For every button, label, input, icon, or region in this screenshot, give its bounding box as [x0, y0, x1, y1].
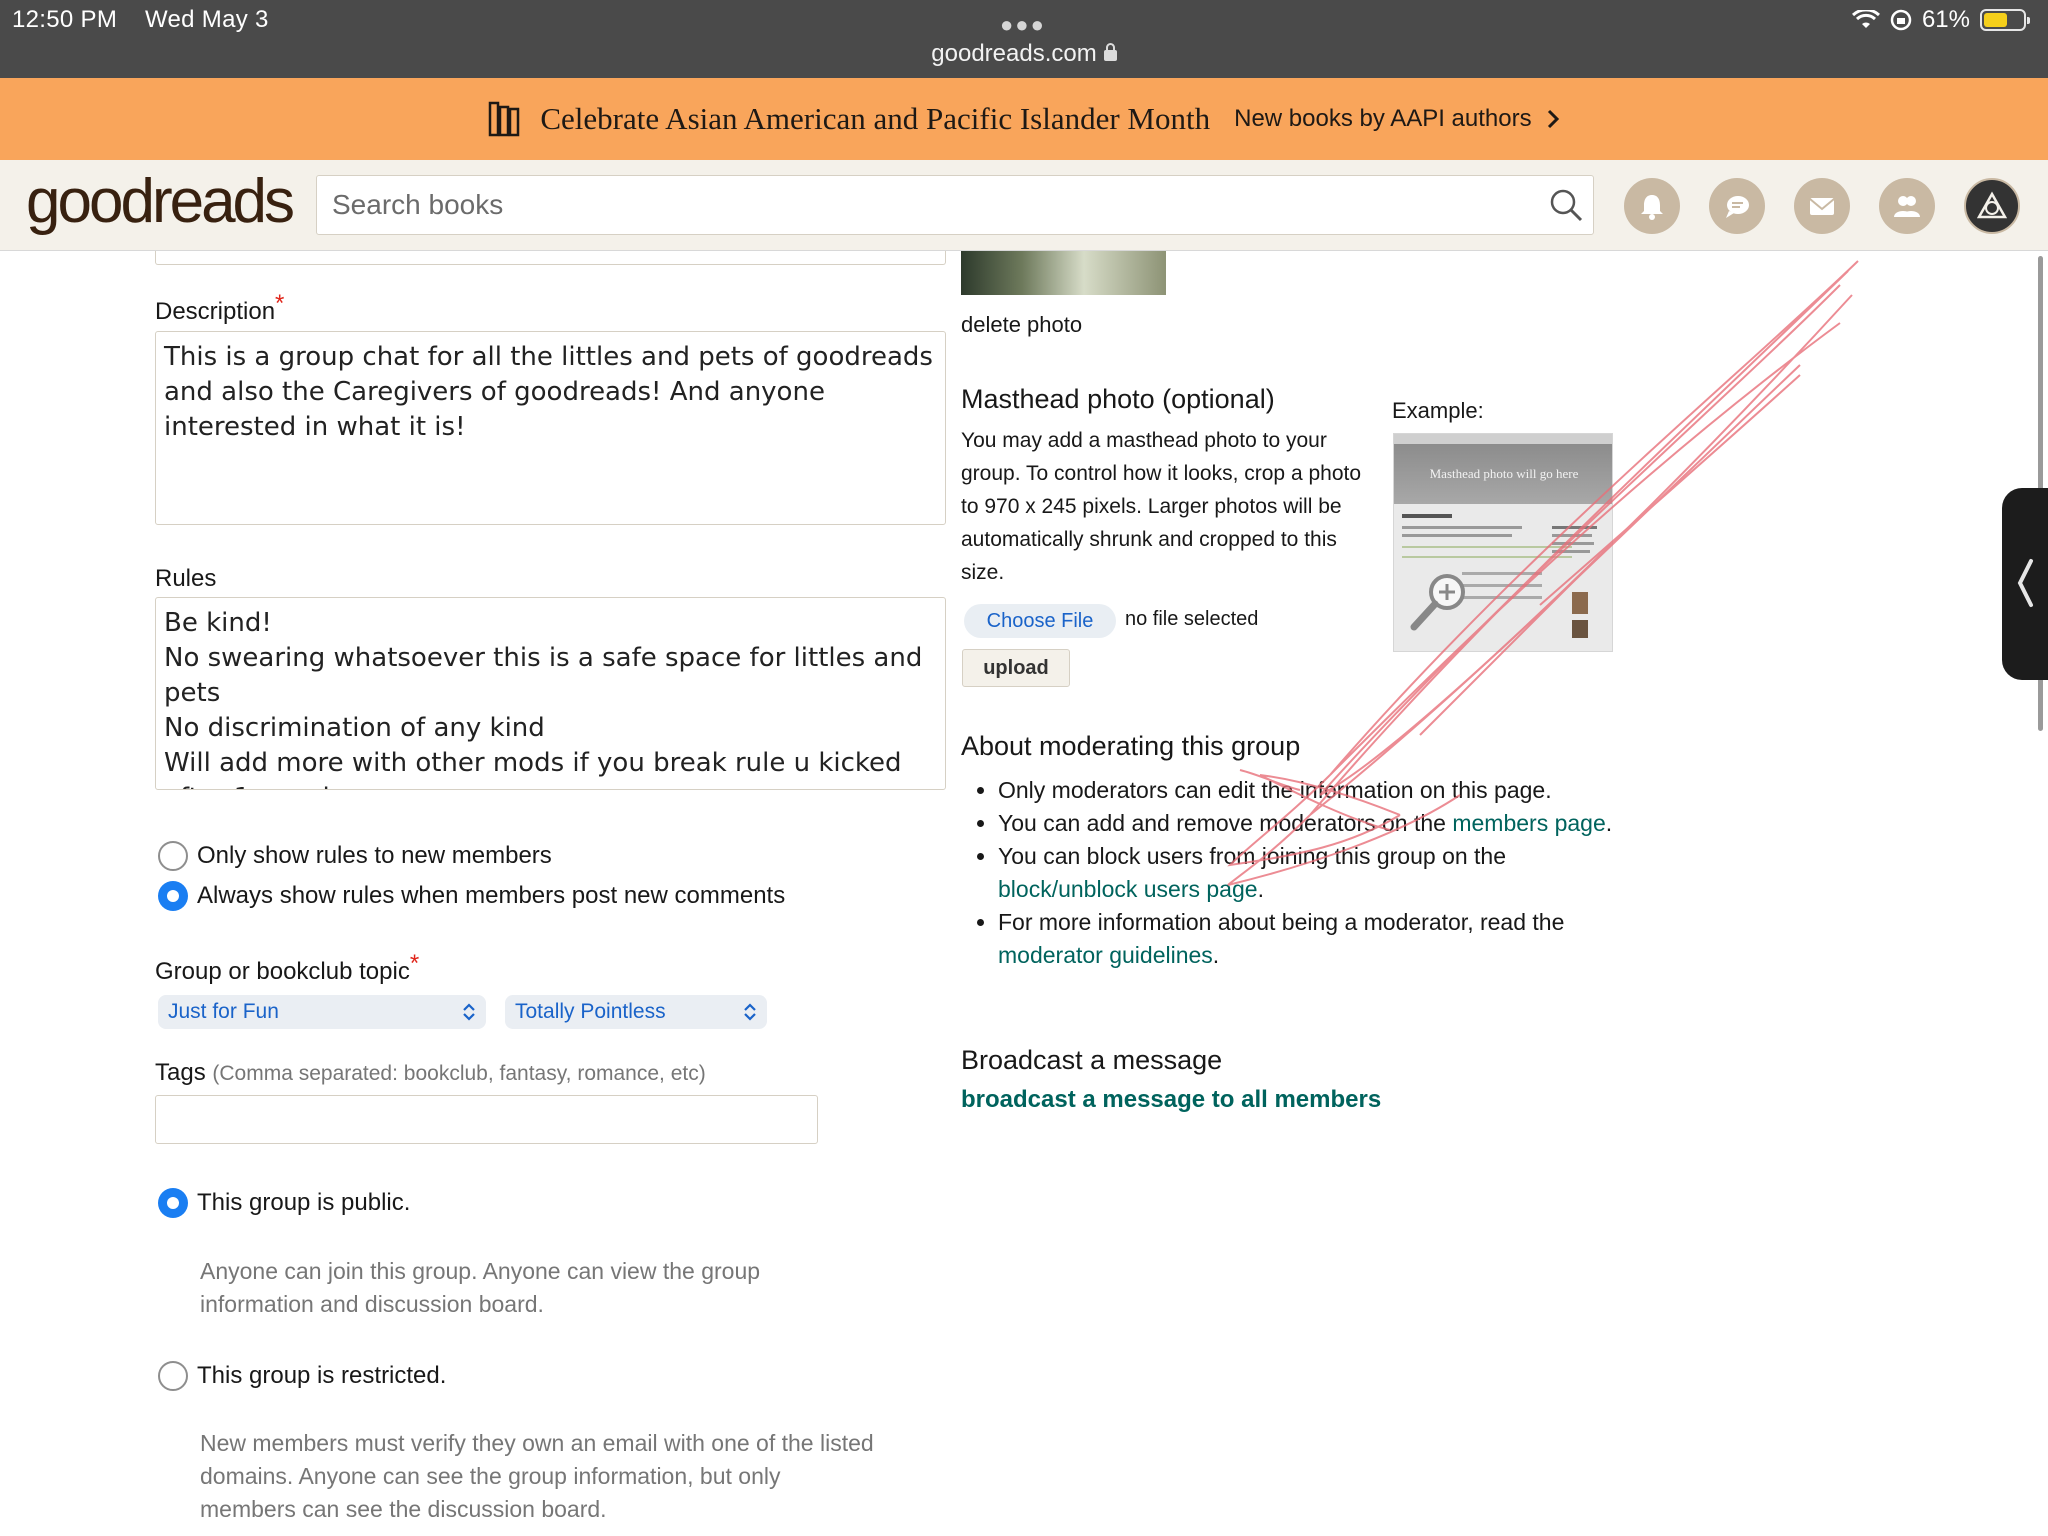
wifi-icon — [1851, 10, 1880, 28]
delete-photo-link[interactable]: delete photo — [961, 308, 1082, 341]
restricted-group-help: New members must verify they own an emai… — [200, 1430, 874, 1522]
select-chevron-icon — [463, 1003, 475, 1021]
topic-primary-select[interactable]: Just for Fun — [158, 995, 486, 1029]
address-bar[interactable]: goodreads.com — [0, 40, 2048, 68]
notifications-icon[interactable] — [1624, 178, 1680, 234]
discussions-icon[interactable] — [1709, 178, 1765, 234]
chevron-left-icon — [2017, 559, 2033, 607]
tags-input[interactable] — [155, 1095, 818, 1144]
rules-always-show-label[interactable]: Always show rules when members post new … — [197, 882, 785, 910]
side-panel-handle[interactable] — [2002, 488, 2048, 680]
promo-link[interactable]: New books by AAPI authors — [1234, 105, 1532, 133]
topic-secondary-select[interactable]: Totally Pointless — [505, 995, 767, 1029]
previous-field-input[interactable] — [155, 251, 946, 265]
choose-file-button[interactable]: Choose File — [964, 604, 1116, 638]
promo-title[interactable]: Celebrate Asian American and Pacific Isl… — [540, 101, 1210, 137]
members-page-link[interactable]: members page — [1452, 810, 1605, 836]
lock-icon — [1103, 43, 1117, 61]
restricted-group-radio[interactable] — [158, 1361, 188, 1391]
block-unblock-users-link[interactable]: block/unblock users page — [998, 876, 1258, 902]
tags-label: Tags (Comma separated: bookclub, fantasy… — [155, 1059, 706, 1086]
books-icon — [489, 101, 520, 137]
restricted-group-label[interactable]: This group is restricted. — [197, 1362, 446, 1390]
moderating-info-list: Only moderators can edit the information… — [998, 774, 1618, 972]
public-group-radio[interactable] — [158, 1188, 188, 1218]
select-chevron-icon — [744, 1003, 756, 1021]
goodreads-logo[interactable]: goodreads — [26, 168, 295, 236]
masthead-description: You may add a masthead photo to your gro… — [961, 429, 1362, 584]
promo-banner[interactable]: Celebrate Asian American and Pacific Isl… — [0, 78, 2048, 160]
search-input[interactable] — [317, 176, 1537, 234]
broadcast-title: Broadcast a message — [961, 1045, 1223, 1075]
example-masthead-text: Masthead photo will go here — [1394, 444, 1612, 504]
rules-label: Rules — [155, 565, 217, 592]
rules-new-members-label[interactable]: Only show rules to new members — [197, 842, 552, 870]
description-label: Description* — [155, 290, 285, 325]
rules-new-members-radio[interactable] — [158, 841, 188, 871]
tab-options-icon[interactable]: ●●● — [1000, 12, 1046, 38]
example-label: Example: — [1392, 398, 1484, 423]
group-photo-thumbnail — [961, 251, 1166, 295]
search-icon[interactable] — [1549, 188, 1583, 222]
rotation-lock-icon — [1890, 9, 1912, 31]
tags-hint: (Comma separated: bookclub, fantasy, rom… — [212, 1062, 706, 1085]
profile-avatar[interactable] — [1964, 178, 2020, 234]
topic-secondary-value: Totally Pointless — [515, 1000, 666, 1023]
status-time: 12:50 PM — [12, 6, 118, 33]
battery-fill — [1984, 13, 2007, 27]
url-text: goodreads.com — [931, 40, 1097, 67]
friends-icon[interactable] — [1879, 178, 1935, 234]
example-page-preview — [1402, 514, 1597, 638]
rules-always-show-radio[interactable] — [158, 881, 188, 911]
topic-primary-value: Just for Fun — [168, 1000, 279, 1023]
edit-group-form: Description* This is a group chat for al… — [0, 251, 2048, 1536]
list-item: For more information about being a moder… — [998, 906, 1618, 972]
list-item: You can block users from joining this gr… — [998, 840, 1618, 906]
status-time-date: 12:50 PM Wed May 3 — [12, 6, 269, 34]
chevron-right-icon — [1547, 109, 1559, 129]
list-item: Only moderators can edit the information… — [998, 774, 1618, 807]
moderating-title: About moderating this group — [961, 731, 1301, 761]
no-file-selected-text: no file selected — [1125, 608, 1259, 630]
masthead-title: Masthead photo (optional) — [961, 384, 1275, 414]
upload-button[interactable]: upload — [962, 649, 1070, 687]
search-box[interactable] — [316, 175, 1594, 235]
public-group-label[interactable]: This group is public. — [197, 1189, 410, 1217]
rules-textarea[interactable]: Be kind! No swearing whatsoever this is … — [155, 597, 946, 790]
status-bar: 12:50 PM Wed May 3 ●●● goodreads.com 61% — [0, 0, 2048, 78]
public-group-help: Anyone can join this group. Anyone can v… — [200, 1258, 761, 1317]
topic-label: Group or bookclub topic* — [155, 950, 420, 985]
moderator-guidelines-link[interactable]: moderator guidelines — [998, 942, 1213, 968]
description-textarea[interactable]: This is a group chat for all the littles… — [155, 331, 946, 525]
status-indicators: 61% — [1851, 6, 2030, 34]
battery-icon — [1980, 9, 2030, 31]
status-date: Wed May 3 — [145, 6, 269, 33]
messages-icon[interactable] — [1794, 178, 1850, 234]
battery-percent: 61% — [1921, 6, 1970, 33]
broadcast-message-link[interactable]: broadcast a message to all members — [961, 1086, 1381, 1114]
list-item: You can add and remove moderators on the… — [998, 807, 1618, 840]
site-header: goodreads — [0, 160, 2048, 251]
masthead-example-image[interactable]: Masthead photo will go here — [1393, 433, 1613, 652]
